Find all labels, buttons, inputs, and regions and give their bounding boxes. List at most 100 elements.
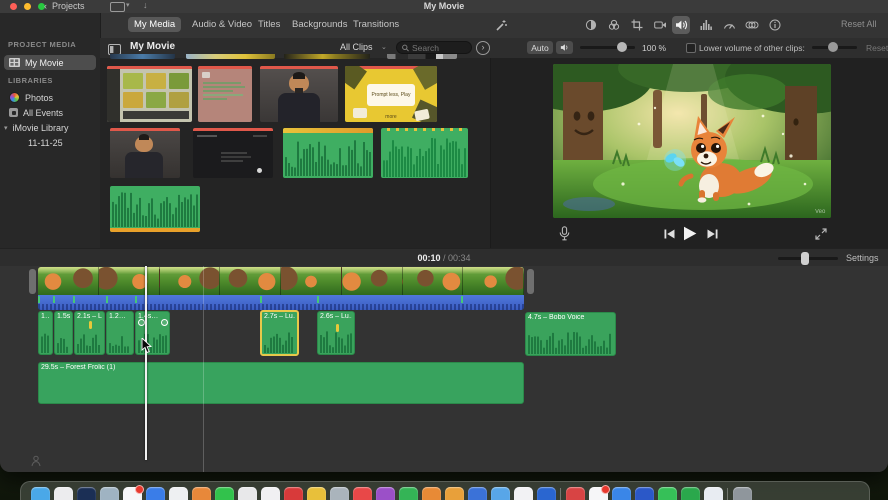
thumbnail-partial[interactable] <box>186 54 275 59</box>
fullscreen-expand-icon[interactable] <box>815 228 827 240</box>
dock-app-icon-26[interactable] <box>635 487 654 500</box>
dock-app-icon-21[interactable] <box>514 487 533 500</box>
dock-app-icon-5[interactable] <box>146 487 165 500</box>
stabilization-icon[interactable] <box>651 16 669 34</box>
dock-app-icon-8[interactable] <box>215 487 234 500</box>
dock-app-icon-18[interactable] <box>445 487 464 500</box>
play-button[interactable] <box>683 226 697 241</box>
next-frame-button[interactable] <box>707 229 718 239</box>
dock-app-icon-3[interactable] <box>100 487 119 500</box>
dock-app-icon-1[interactable] <box>54 487 73 500</box>
thumbnail-presenter-desk-clip[interactable] <box>110 128 180 178</box>
dock-app-icon-0[interactable] <box>31 487 50 500</box>
dock-app-icon-16[interactable] <box>399 487 418 500</box>
dock-app-icon-25[interactable] <box>612 487 631 500</box>
music-clip-forest-frolic[interactable]: 29.5s – Forest Frolic (1) <box>38 362 524 404</box>
fade-handle[interactable] <box>138 319 145 326</box>
audio-clip-bobo-voice[interactable]: 4.7s – Bobo Voice <box>525 312 616 356</box>
noise-reduction-icon[interactable] <box>697 16 715 34</box>
enhance-wand-icon[interactable] <box>492 16 510 34</box>
thumbnail-yellow-graphic[interactable]: Prompt less, Play more <box>345 66 437 122</box>
info-icon[interactable] <box>766 16 784 34</box>
sidebar-item-my-movie[interactable]: My Movie <box>4 55 96 70</box>
disclosure-chevron-icon[interactable]: ▾ <box>4 124 8 132</box>
audio-clip[interactable]: 1.5s… <box>54 311 73 355</box>
search-input[interactable] <box>412 42 466 53</box>
download-arrow-icon[interactable]: ↓ <box>143 0 148 10</box>
reset-button[interactable]: Reset <box>866 43 888 53</box>
sidebar-item-event-11-11-25[interactable]: 11-11-25 <box>4 135 96 150</box>
dock-app-icon-30[interactable] <box>733 487 752 500</box>
timeline-zoom-slider[interactable] <box>778 252 838 265</box>
tab-transitions[interactable]: Transitions <box>347 17 405 32</box>
chevron-down-icon[interactable]: ⌄ <box>381 43 387 51</box>
lower-volume-slider[interactable] <box>812 42 857 52</box>
tab-my-media[interactable]: My Media <box>128 17 182 32</box>
thumbnail-partial[interactable] <box>284 54 370 59</box>
clip-trim-handle-left[interactable] <box>29 269 36 294</box>
video-audio-waveform-bar[interactable] <box>38 295 524 310</box>
video-clip-filmstrip[interactable] <box>38 267 524 295</box>
dock-app-icon-4[interactable] <box>123 485 144 500</box>
thumbnail-presenter-clip[interactable] <box>260 66 338 122</box>
mute-speaker-button[interactable] <box>556 41 573 54</box>
thumbnail-partial[interactable] <box>110 54 175 59</box>
dock-app-icon-14[interactable] <box>353 487 372 500</box>
dock-app-icon-6[interactable] <box>169 487 188 500</box>
audio-clip[interactable]: 1… <box>38 311 53 355</box>
thumbnail-audio-clip-yellow-top[interactable] <box>283 128 373 178</box>
dock-app-icon-23[interactable] <box>566 487 585 500</box>
lower-volume-slider-knob[interactable] <box>828 42 838 52</box>
tab-backgrounds[interactable]: Backgrounds <box>286 17 353 32</box>
dock-app-icon-13[interactable] <box>330 487 349 500</box>
thumbnail-screen-recording-grid[interactable] <box>107 66 192 122</box>
dock-app-icon-29[interactable] <box>704 487 723 500</box>
clip-filter-dropdown[interactable]: All Clips <box>340 42 373 52</box>
dock-app-icon-10[interactable] <box>261 487 280 500</box>
volume-slider[interactable] <box>580 42 635 52</box>
close-window-button[interactable] <box>10 3 17 10</box>
browser-forward-arrow-icon[interactable]: › <box>476 41 490 55</box>
projects-back-button[interactable]: Projects <box>52 1 85 11</box>
sidebar-item-imovie-library[interactable]: ▾ iMovie Library <box>4 120 96 135</box>
playhead[interactable] <box>145 266 147 460</box>
dock-app-icon-2[interactable] <box>77 487 96 500</box>
timeline-settings-button[interactable]: Settings <box>846 253 879 263</box>
dock-app-icon-28[interactable] <box>681 487 700 500</box>
dock-app-icon-24[interactable] <box>589 485 610 500</box>
dock-app-icon-12[interactable] <box>307 487 326 500</box>
previous-frame-button[interactable] <box>664 229 675 239</box>
color-correction-icon[interactable] <box>605 16 623 34</box>
color-balance-icon[interactable] <box>582 16 600 34</box>
speed-icon[interactable] <box>720 16 738 34</box>
sidebar-item-all-events[interactable]: All Events <box>4 105 96 120</box>
viewer-video-frame[interactable]: Veo <box>553 64 831 218</box>
tab-audio-video[interactable]: Audio & Video <box>186 17 258 32</box>
volume-icon[interactable] <box>672 16 690 34</box>
effects-icon[interactable] <box>743 16 761 34</box>
fade-handle[interactable] <box>161 319 168 326</box>
dock-app-icon-9[interactable] <box>238 487 257 500</box>
crop-icon[interactable] <box>628 16 646 34</box>
sidebar-item-photos[interactable]: Photos <box>4 90 96 105</box>
audio-clip-selected[interactable]: 2.7s – Lu… <box>260 310 299 356</box>
auto-volume-button[interactable]: Auto <box>527 41 553 54</box>
tab-titles[interactable]: Titles <box>252 17 286 32</box>
thumbnail-dark-screen-recording[interactable] <box>193 128 273 178</box>
import-caret-icon[interactable]: ▾ <box>126 1 130 9</box>
dock-app-icon-7[interactable] <box>192 487 211 500</box>
record-voiceover-mic-icon[interactable] <box>559 226 570 241</box>
dock-app-icon-27[interactable] <box>658 487 677 500</box>
dock-app-icon-15[interactable] <box>376 487 395 500</box>
dock-app-icon-17[interactable] <box>422 487 441 500</box>
thumbnail-document-clip[interactable] <box>198 66 252 122</box>
search-field[interactable] <box>396 41 472 54</box>
reset-all-button[interactable]: Reset All <box>841 19 877 29</box>
dock-app-icon-11[interactable] <box>284 487 303 500</box>
audio-clip[interactable]: 1.2… <box>106 311 134 355</box>
timeline-zoom-knob[interactable] <box>801 252 809 265</box>
dock-app-icon-22[interactable] <box>537 487 556 500</box>
minimize-window-button[interactable] <box>24 3 31 10</box>
dock-app-icon-20[interactable] <box>491 487 510 500</box>
volume-slider-knob[interactable] <box>617 42 627 52</box>
